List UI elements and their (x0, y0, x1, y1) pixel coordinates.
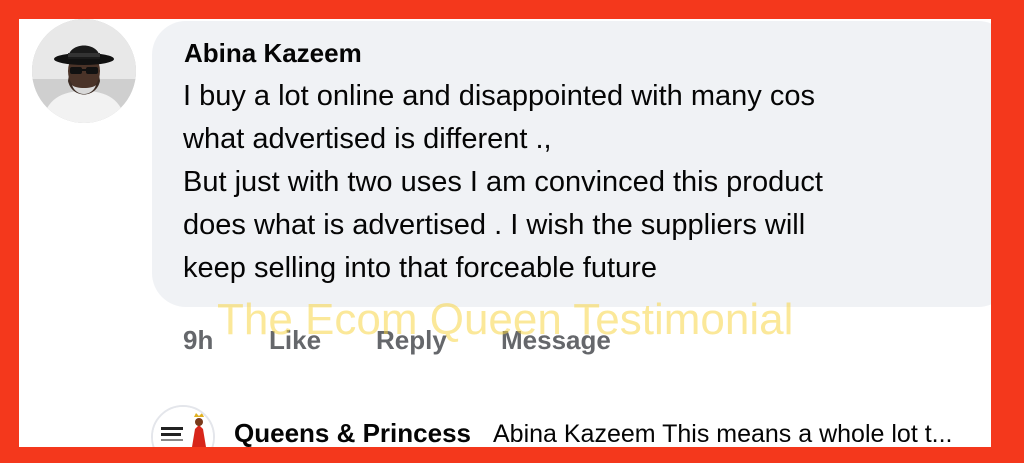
reply-preview-text[interactable]: Abina Kazeem This means a whole lot t... (493, 420, 989, 447)
comment-text: I buy a lot online and disappointed with… (183, 75, 973, 290)
reply-avatar[interactable] (151, 405, 215, 447)
comment-screenshot: Abina Kazeem I buy a lot online and disa… (19, 19, 991, 447)
reply-button[interactable]: Reply (376, 325, 447, 356)
comment-line: what advertised is different ., (183, 123, 552, 155)
reply-author-name[interactable]: Queens & Princess (234, 418, 471, 447)
profile-photo-icon (32, 19, 136, 123)
queens-princess-logo-icon (153, 407, 213, 447)
comment-line: does what is advertised . I wish the sup… (183, 209, 806, 241)
comment-author-name[interactable]: Abina Kazeem (184, 38, 362, 69)
comment-line: keep selling into that forceable future (183, 252, 657, 284)
comment-line: I buy a lot online and disappointed with… (183, 80, 815, 112)
commenter-avatar[interactable] (32, 19, 136, 123)
message-button[interactable]: Message (501, 325, 611, 356)
like-button[interactable]: Like (269, 325, 321, 356)
comment-line: But just with two uses I am convinced th… (183, 166, 823, 198)
comment-timestamp[interactable]: 9h (183, 325, 213, 356)
